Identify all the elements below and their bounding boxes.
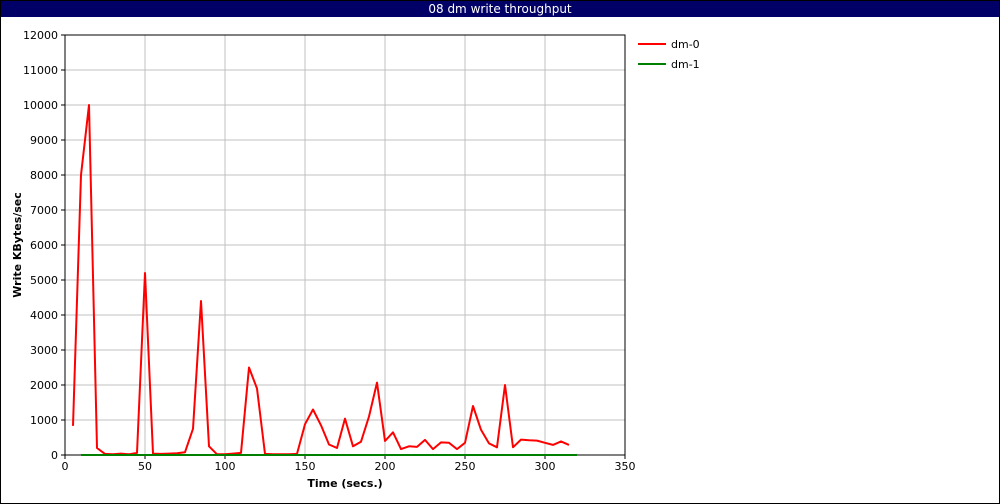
x-tick-label: 350	[615, 460, 636, 473]
x-axis-label: Time (secs.)	[307, 477, 382, 490]
y-tick-label: 11000	[23, 64, 58, 77]
x-tick-label: 100	[215, 460, 236, 473]
y-tick-label: 8000	[30, 169, 58, 182]
x-tick-label: 150	[295, 460, 316, 473]
x-axis: 0 50 100 150 200 250 300 350	[62, 455, 636, 473]
y-tick-label: 9000	[30, 134, 58, 147]
y-axis: 0 1000 2000 3000 4000 5000 6000 7000 8000 9000 100…	[23, 29, 65, 462]
x-tick-label: 250	[455, 460, 476, 473]
x-tick-label: 300	[535, 460, 556, 473]
y-axis-label: Write KBytes/sec	[11, 192, 24, 298]
y-tick-label: 5000	[30, 274, 58, 287]
legend-label-dm-1: dm-1	[671, 58, 700, 71]
x-tick-label: 50	[138, 460, 152, 473]
legend: dm-0 dm-1	[638, 38, 700, 71]
chart-svg: 0 50 100 150 200 250 300 350 0 1000 2000 3000 4000 5…	[11, 29, 700, 490]
y-tick-label: 12000	[23, 29, 58, 42]
y-tick-label: 7000	[30, 204, 58, 217]
y-tick-label: 6000	[30, 239, 58, 252]
y-tick-label: 3000	[30, 344, 58, 357]
x-tick-label: 0	[62, 460, 69, 473]
y-tick-label: 1000	[30, 414, 58, 427]
legend-label-dm-0: dm-0	[671, 38, 700, 51]
gridlines	[64, 34, 626, 456]
y-tick-label: 2000	[30, 379, 58, 392]
x-tick-label: 200	[375, 460, 396, 473]
y-tick-label: 4000	[30, 309, 58, 322]
y-tick-label: 10000	[23, 99, 58, 112]
y-tick-label: 0	[51, 449, 58, 462]
